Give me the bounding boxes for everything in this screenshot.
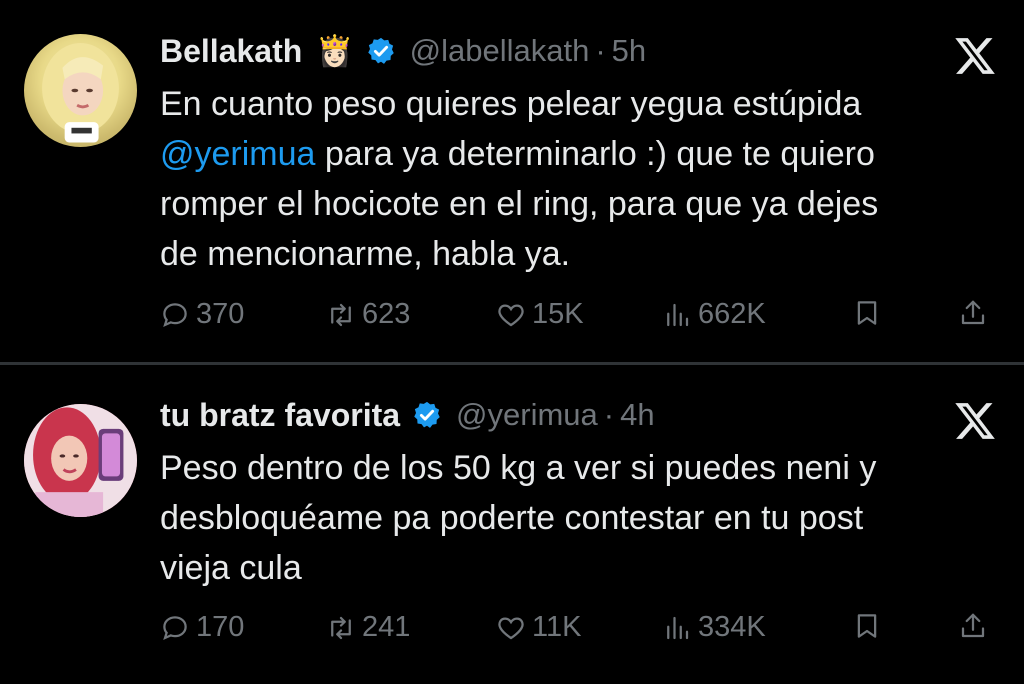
separator: ·	[603, 397, 615, 432]
tweet-text-line: Peso dentro de los 50 kg a ver si puedes…	[160, 449, 877, 487]
views-button[interactable]: 334K	[662, 611, 766, 644]
share-button[interactable]	[958, 298, 994, 328]
retweet-icon	[331, 616, 351, 639]
avatar-image	[42, 43, 119, 143]
reply-button[interactable]: 370	[160, 298, 244, 331]
reply-button[interactable]: 170	[160, 611, 244, 644]
verified-badge-icon	[367, 37, 394, 64]
like-button[interactable]: 15K	[496, 298, 584, 331]
retweet-icon	[331, 303, 351, 326]
like-button[interactable]: 11K	[496, 611, 581, 644]
crown-emoji: 👸🏻	[316, 34, 354, 68]
share-button[interactable]	[958, 611, 994, 641]
bookmark-button[interactable]	[852, 298, 888, 328]
retweet-count: 241	[362, 611, 411, 643]
tweet-card[interactable]: tu bratz favorita @yerimua · 4h Peso den…	[0, 365, 1024, 684]
action-bar: 370 623 15K 662K	[0, 298, 1024, 338]
reply-icon	[163, 615, 187, 640]
retweet-count: 623	[362, 298, 411, 330]
action-bar: 170 241 11K 334K	[0, 611, 1024, 651]
tweet-text-line: vieja cula	[160, 549, 302, 587]
tweet-card[interactable]: Bellakath 👸🏻 @labellakath · 5h En cuanto…	[0, 0, 1024, 362]
handle[interactable]: @yerimua	[456, 397, 598, 433]
retweet-button[interactable]: 241	[326, 611, 410, 644]
bookmark-button[interactable]	[852, 611, 888, 641]
tweet-text-line: desbloquéame pa poderte contestar en tu …	[160, 499, 864, 537]
share-icon	[961, 613, 985, 638]
like-count: 15K	[532, 298, 584, 330]
display-name[interactable]: Bellakath	[160, 33, 302, 70]
mention-link[interactable]: @yerimua	[160, 135, 315, 173]
share-icon	[961, 300, 985, 325]
tweet-text-line: En cuanto peso quieres pelear yegua estú…	[160, 85, 862, 123]
heart-icon	[498, 303, 524, 326]
avatar-image	[24, 404, 137, 517]
views-button[interactable]: 662K	[662, 298, 766, 331]
tweet-text-line: romper el hocicote en el ring, para que …	[160, 185, 879, 223]
tweet-text: En cuanto peso quieres pelear yegua estú…	[160, 79, 1000, 279]
timestamp[interactable]: 4h	[620, 397, 654, 433]
heart-icon	[498, 616, 524, 639]
tweet-text-segment: para ya determinarlo :) que te quiero	[315, 135, 875, 173]
like-count: 11K	[532, 611, 582, 643]
display-name[interactable]: tu bratz favorita	[160, 397, 400, 434]
bookmark-icon	[857, 614, 877, 638]
tweet-text: Peso dentro de los 50 kg a ver si puedes…	[160, 443, 1000, 593]
handle[interactable]: @labellakath	[410, 33, 590, 69]
x-logo-icon[interactable]	[952, 34, 998, 78]
separator: ·	[595, 33, 606, 68]
retweet-button[interactable]: 623	[326, 298, 410, 331]
view-count: 334K	[698, 611, 766, 643]
reply-count: 170	[196, 611, 245, 643]
reply-count: 370	[196, 298, 245, 330]
view-count: 662K	[698, 298, 766, 330]
verified-badge-icon	[414, 401, 440, 428]
x-logo-icon[interactable]	[952, 399, 998, 443]
views-icon	[667, 616, 689, 639]
tweet-text-line: de mencionarme, habla ya.	[160, 235, 571, 273]
reply-icon	[163, 302, 187, 327]
bookmark-icon	[857, 301, 877, 325]
avatar[interactable]	[24, 34, 137, 147]
tweet-header: Bellakath 👸🏻 @labellakath · 5h	[160, 28, 646, 74]
views-icon	[667, 303, 689, 326]
tweet-text-line: @yerimua para ya determinarlo :) que te …	[160, 129, 1000, 179]
timestamp[interactable]: 5h	[612, 33, 646, 69]
tweet-header: tu bratz favorita @yerimua · 4h	[160, 392, 655, 438]
avatar[interactable]	[24, 404, 137, 517]
